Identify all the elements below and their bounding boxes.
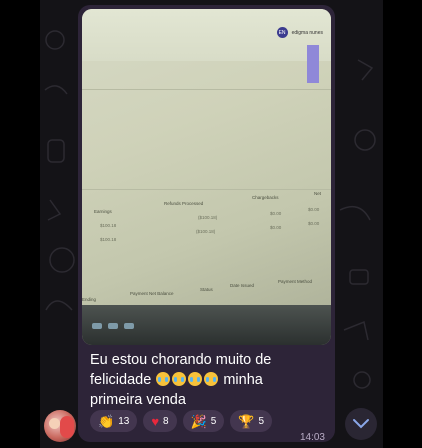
photo-header-chargebacks: Chargebacks bbox=[252, 195, 279, 200]
caption-line-2: felicidade minha bbox=[90, 370, 310, 390]
photo-row-value: $100.18 bbox=[100, 223, 117, 228]
photo-bottom-header: Ending bbox=[82, 297, 97, 302]
trophy-icon: 🏆 bbox=[238, 413, 255, 429]
crying-laughing-emoji-icon bbox=[156, 372, 171, 386]
photo-row-label-earnings: Earnings bbox=[94, 209, 112, 214]
photo-net-value: $0.00 bbox=[308, 207, 320, 212]
photo-user-chip: EN edigma nunes bbox=[276, 27, 323, 38]
photo-user-avatar: EN bbox=[276, 27, 288, 38]
reaction-heart[interactable]: ♥ 8 bbox=[143, 410, 177, 432]
caption-line-3: primeira venda bbox=[90, 392, 186, 408]
right-margin bbox=[383, 0, 422, 448]
photo-user-name: edigma nunes bbox=[291, 29, 323, 36]
photo-scrollbar bbox=[307, 45, 319, 83]
reaction-count: 5 bbox=[258, 415, 265, 427]
message-bubble[interactable]: EN edigma nunes Refunds Processed Charge… bbox=[78, 5, 335, 442]
avatar-figure bbox=[60, 416, 74, 438]
photo-bottom-header: Payment Method bbox=[278, 279, 313, 284]
caption-line-1: Eu estou chorando muito de bbox=[90, 352, 272, 368]
caption-word-felicidade: felicidade bbox=[90, 372, 152, 388]
photo-bottom-header: Status bbox=[200, 287, 213, 292]
photo-chargeback-value: $0.00 bbox=[270, 211, 282, 216]
taskbar-app-icon bbox=[108, 323, 118, 329]
caption-word-minha: minha bbox=[223, 372, 263, 388]
message-timestamp: 14:03 bbox=[299, 432, 325, 442]
photo-refund-value: ($100.18) bbox=[198, 215, 218, 220]
reaction-clap[interactable]: 👏 13 bbox=[90, 410, 138, 432]
scroll-down-button[interactable] bbox=[345, 408, 377, 440]
reaction-party[interactable]: 🎉 5 bbox=[182, 410, 225, 432]
photo-row-value: $100.18 bbox=[100, 237, 117, 242]
photo-net-value: $0.00 bbox=[308, 221, 320, 226]
reactions-bar: 👏 13 ♥ 8 🎉 5 🏆 5 bbox=[90, 410, 273, 432]
taskbar-app-icon bbox=[124, 323, 134, 329]
photo-header-net: Net bbox=[314, 191, 322, 196]
reaction-count: 5 bbox=[210, 415, 217, 427]
photo-taskbar bbox=[82, 305, 331, 345]
crying-laughing-emoji-icon bbox=[188, 372, 203, 386]
photo-grid-line bbox=[82, 189, 331, 190]
clap-icon: 👏 bbox=[98, 413, 115, 429]
left-margin bbox=[0, 0, 40, 448]
heart-icon: ♥ bbox=[151, 413, 160, 429]
photo-chargeback-value: $0.00 bbox=[270, 225, 282, 230]
crying-laughing-emoji-icon bbox=[204, 372, 219, 386]
photo-bottom-header: Payment Net Balance bbox=[130, 291, 174, 296]
message-caption: Eu estou chorando muito de felicidade mi… bbox=[90, 350, 310, 410]
party-popper-icon: 🎉 bbox=[190, 413, 207, 429]
chevron-down-icon bbox=[353, 419, 369, 429]
photo-bottom-header: Date Issued bbox=[230, 283, 255, 288]
message-photo[interactable]: EN edigma nunes Refunds Processed Charge… bbox=[82, 9, 331, 345]
reaction-count: 13 bbox=[118, 415, 130, 427]
sender-avatar[interactable] bbox=[44, 410, 76, 442]
photo-header-refunds: Refunds Processed bbox=[164, 201, 204, 206]
avatar-face bbox=[49, 418, 60, 429]
reaction-trophy[interactable]: 🏆 5 bbox=[230, 410, 273, 432]
photo-grid-line bbox=[82, 89, 331, 90]
taskbar-app-icon bbox=[92, 323, 102, 329]
crying-laughing-emoji-icon bbox=[172, 372, 187, 386]
photo-refund-value: ($100.18) bbox=[196, 229, 216, 234]
reaction-count: 8 bbox=[163, 415, 169, 427]
